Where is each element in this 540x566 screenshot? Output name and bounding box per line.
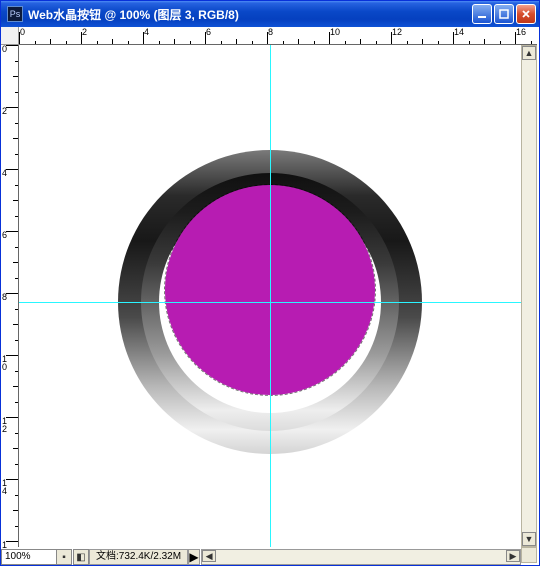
horizontal-scrollbar[interactable]: ◀ ▶ [201, 549, 521, 565]
titlebar[interactable]: Ps Web水晶按钮 @ 100% (图层 3, RGB/8) [1, 1, 539, 27]
scroll-left-arrow-icon[interactable]: ◀ [202, 550, 216, 562]
horizontal-ruler[interactable]: 0246810121416 [19, 27, 537, 45]
vertical-scrollbar[interactable]: ▲ ▼ [521, 45, 537, 547]
scroll-down-arrow-icon[interactable]: ▼ [522, 532, 536, 546]
scroll-up-arrow-icon[interactable]: ▲ [522, 46, 536, 60]
status-segment-icon[interactable]: ▪ [56, 549, 72, 565]
status-menu-arrow-icon[interactable]: ▶ [188, 549, 200, 565]
resize-grip[interactable] [521, 547, 537, 563]
status-segment-icon[interactable]: ◧ [73, 549, 89, 565]
horizontal-guide[interactable] [19, 302, 521, 303]
canvas[interactable] [19, 45, 521, 547]
doc-size: 732.4K/2.32M [119, 550, 181, 564]
app-icon: Ps [7, 6, 23, 22]
vertical-guide[interactable] [270, 45, 271, 547]
scroll-right-arrow-icon[interactable]: ▶ [506, 550, 520, 562]
document-window: Ps Web水晶按钮 @ 100% (图层 3, RGB/8) 02468101… [0, 0, 540, 566]
zoom-level-field[interactable]: 100% [1, 549, 59, 565]
vertical-ruler[interactable]: 0246810121416 [1, 45, 19, 547]
maximize-button[interactable] [494, 4, 514, 24]
status-bar: ▪ ◧ 文档: 732.4K/2.32M ▶ ◀ ▶ [55, 549, 521, 565]
workspace: 0246810121416 0246810121416 ▲ ▼ 100% ▪ ◧… [1, 27, 539, 565]
doc-label: 文档: [96, 550, 119, 564]
ruler-origin-corner[interactable] [1, 27, 19, 45]
doc-info[interactable]: 文档: 732.4K/2.32M [89, 549, 188, 565]
minimize-button[interactable] [472, 4, 492, 24]
close-button[interactable] [516, 4, 536, 24]
window-title: Web水晶按钮 @ 100% (图层 3, RGB/8) [28, 6, 472, 23]
